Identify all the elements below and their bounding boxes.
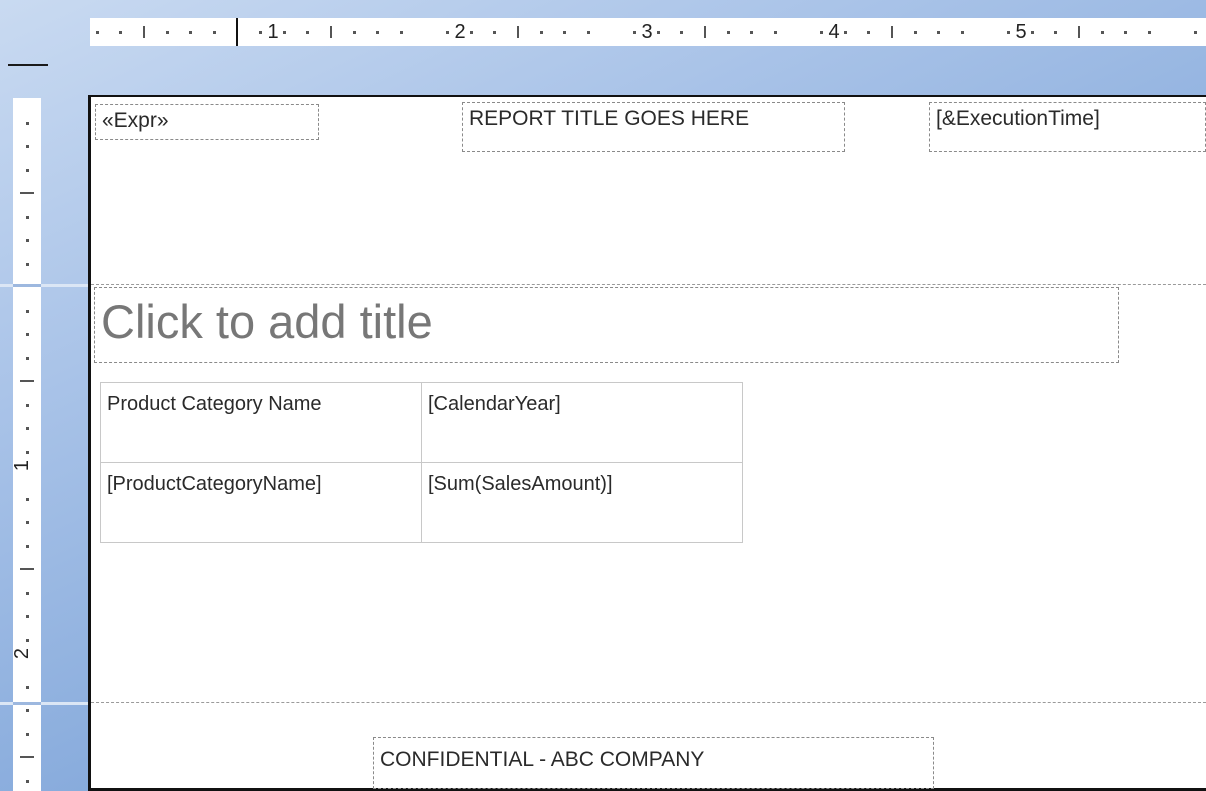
ruler-corner-line <box>8 64 48 66</box>
ruler-tick <box>26 215 29 219</box>
product-sales-matrix[interactable]: Product Category Name [CalendarYear] [Pr… <box>100 382 743 543</box>
ruler-number: 3 <box>641 21 653 43</box>
ruler-tick <box>1124 31 1128 34</box>
ruler-half-tick <box>20 756 34 758</box>
ruler-tick <box>446 31 450 34</box>
table-row: Product Category Name [CalendarYear] <box>100 382 743 463</box>
ruler-half-tick <box>20 380 34 382</box>
ruler-tick <box>1194 31 1198 34</box>
expr-textbox[interactable]: «Expr» <box>95 104 319 140</box>
ruler-number: 1 <box>267 21 279 43</box>
ruler-tick <box>469 31 473 34</box>
ruler-tick <box>539 31 543 34</box>
ruler-band-gap <box>13 284 41 287</box>
ruler-number: 4 <box>828 21 840 43</box>
ruler-tick <box>26 450 29 454</box>
ruler-tick <box>95 31 99 34</box>
ruler-tick <box>119 31 123 34</box>
ruler-origin-marker[interactable] <box>236 18 238 46</box>
ruler-tick <box>843 31 847 34</box>
ruler-tick <box>26 427 29 430</box>
confidential-footer-textbox[interactable]: CONFIDENTIAL - ABC COMPANY <box>373 737 934 789</box>
ruler-tick <box>26 403 29 407</box>
ruler-tick <box>726 31 730 34</box>
ruler-half-tick <box>703 26 706 38</box>
ruler-tick <box>165 31 169 34</box>
ruler-tick <box>26 145 29 148</box>
ruler-tick <box>750 31 754 34</box>
execution-time-textbox[interactable]: [&ExecutionTime] <box>929 102 1206 152</box>
ruler-tick <box>633 31 637 34</box>
ruler-number: 1 <box>13 459 34 472</box>
ruler-tick <box>26 262 29 266</box>
ruler-tick <box>282 31 286 34</box>
ruler-tick <box>1100 31 1104 34</box>
ruler-tick <box>352 31 356 34</box>
ruler-tick <box>306 31 310 34</box>
ruler-half-tick <box>20 568 34 570</box>
ruler-tick <box>680 31 684 34</box>
ruler-tick <box>26 544 29 548</box>
ruler-half-tick <box>329 26 332 38</box>
ruler-tick <box>26 709 29 712</box>
ruler-tick <box>1147 31 1151 34</box>
ruler-half-tick <box>890 26 893 38</box>
ruler-tick <box>26 685 29 689</box>
ruler-tick <box>26 333 29 336</box>
detail-cell-product-category-name[interactable]: [ProductCategoryName] <box>100 462 422 543</box>
header-cell-product-category[interactable]: Product Category Name <box>100 382 422 463</box>
ruler-tick <box>960 31 964 34</box>
ruler-number: 5 <box>1015 21 1027 43</box>
header-body-separator <box>91 284 1206 285</box>
ruler-tick <box>376 31 380 34</box>
report-title-textbox[interactable]: REPORT TITLE GOES HERE <box>462 102 845 152</box>
ruler-tick <box>867 31 871 34</box>
vertical-ruler: 1 2 <box>13 98 41 791</box>
ruler-tick <box>656 31 660 34</box>
ruler-number: 2 <box>454 21 466 43</box>
ruler-tick <box>26 732 29 736</box>
report-design-surface[interactable]: «Expr» REPORT TITLE GOES HERE [&Executio… <box>88 95 1206 791</box>
ruler-tick <box>1030 31 1034 34</box>
ruler-number: 2 <box>13 647 34 660</box>
detail-cell-sum-sales-amount[interactable]: [Sum(SalesAmount)] <box>421 462 743 543</box>
chart-title-placeholder[interactable]: Click to add title <box>94 287 1119 363</box>
ruler-tick <box>26 615 29 618</box>
ruler-tick <box>586 31 590 34</box>
ruler-tick <box>26 591 29 595</box>
ruler-tick <box>26 239 29 242</box>
ruler-tick <box>493 31 497 34</box>
ruler-tick <box>26 121 29 125</box>
ruler-tick <box>26 521 29 524</box>
ruler-tick <box>820 31 824 34</box>
ruler-tick <box>212 31 216 34</box>
ruler-half-tick <box>142 26 145 38</box>
ruler-tick <box>563 31 567 34</box>
header-cell-calendar-year[interactable]: [CalendarYear] <box>421 382 743 463</box>
ruler-tick <box>913 31 917 34</box>
ruler-band-gap <box>13 702 41 705</box>
ruler-half-tick <box>1077 26 1080 38</box>
ruler-tick <box>26 497 29 501</box>
ruler-half-tick <box>516 26 519 38</box>
ruler-tick <box>26 356 29 360</box>
ruler-tick <box>937 31 941 34</box>
ruler-half-tick <box>20 192 34 194</box>
ruler-tick <box>189 31 193 34</box>
ruler-tick <box>399 31 403 34</box>
horizontal-ruler: 1 2 3 4 5 <box>90 18 1206 46</box>
ruler-tick <box>26 779 29 783</box>
ruler-tick <box>26 638 29 642</box>
ruler-tick <box>26 168 29 172</box>
ruler-tick <box>1007 31 1011 34</box>
table-row: [ProductCategoryName] [Sum(SalesAmount)] <box>100 462 743 543</box>
ruler-tick <box>1054 31 1058 34</box>
body-footer-separator <box>91 702 1206 703</box>
ruler-tick <box>773 31 777 34</box>
ruler-tick <box>259 31 263 34</box>
ruler-tick <box>26 309 29 313</box>
